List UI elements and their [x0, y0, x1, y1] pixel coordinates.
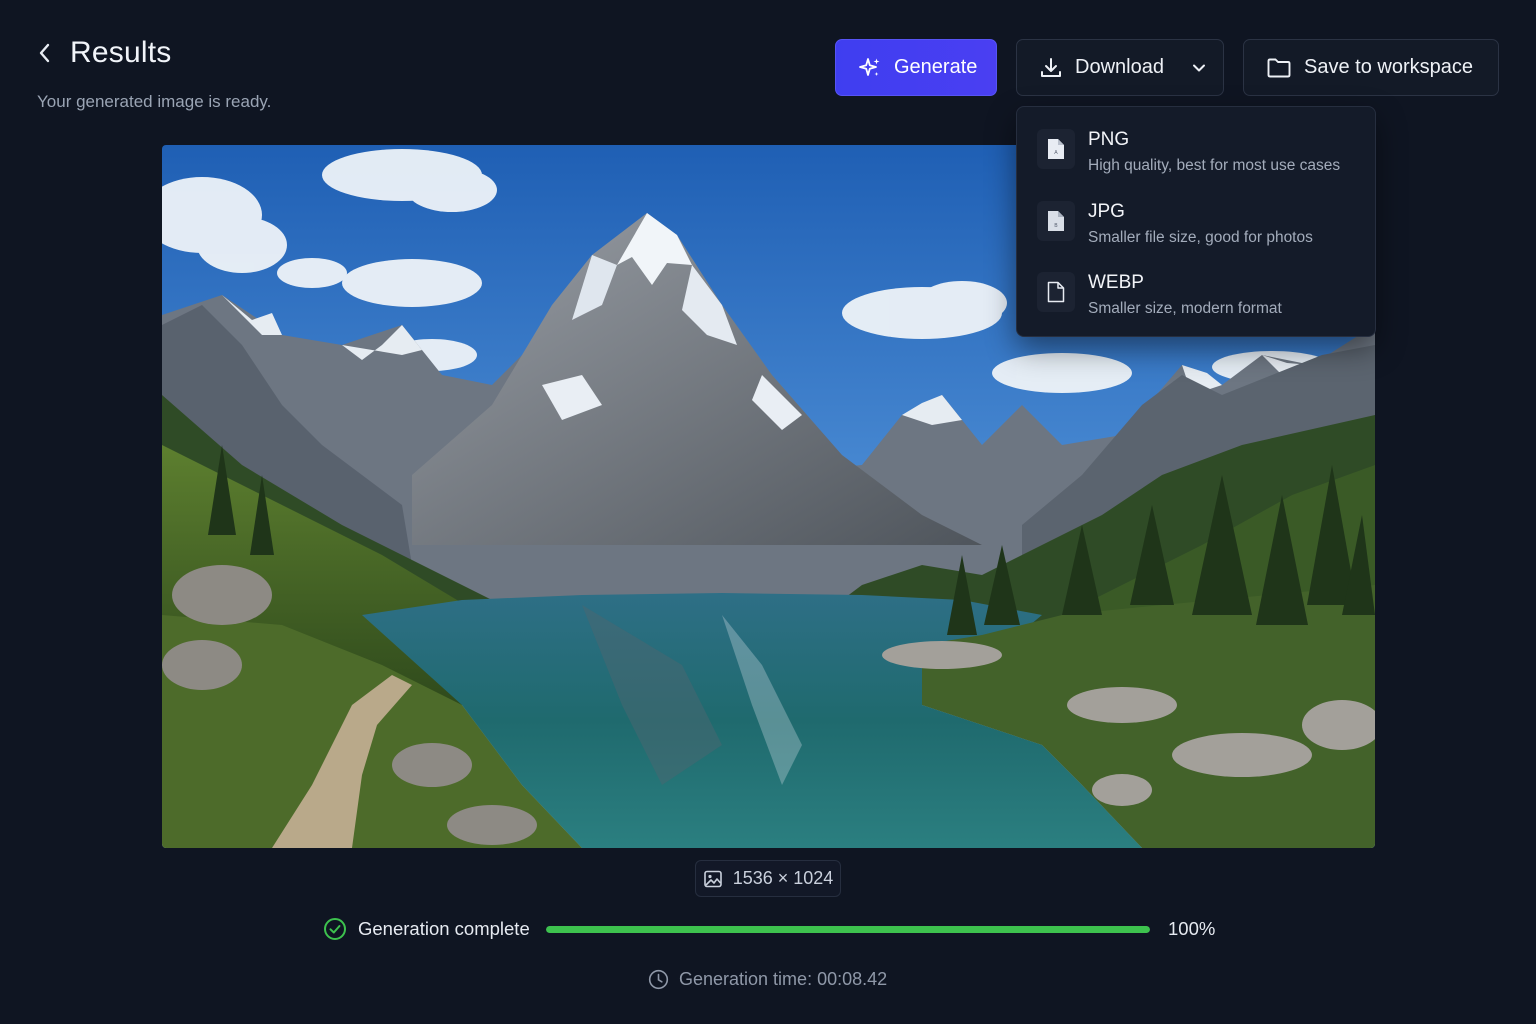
generation-status-text: Generation complete [358, 918, 530, 939]
clock-icon [648, 969, 669, 989]
sparkles-icon [859, 57, 880, 76]
svg-text:A: A [1054, 150, 1058, 156]
menu-item-webp-description: Smaller size, modern format [1088, 300, 1282, 317]
jpg-file-icon: B [1037, 200, 1075, 241]
progress-bar-fill [546, 926, 1150, 933]
image-dimensions-text: 1536 × 1024 [732, 868, 834, 888]
menu-item-jpg-label: JPG [1088, 200, 1125, 222]
chevron-down-icon [1190, 59, 1208, 77]
webp-file-icon [1037, 272, 1075, 312]
back-button[interactable] [30, 38, 60, 68]
progress-bar [546, 926, 1150, 933]
download-button[interactable]: Download [1016, 39, 1224, 96]
menu-item-png[interactable]: A PNG High quality, best for most use ca… [1017, 115, 1375, 187]
download-button-label: Download [1075, 56, 1164, 78]
menu-item-png-description: High quality, best for most use cases [1088, 157, 1341, 174]
folder-icon [1267, 58, 1291, 77]
check-circle-icon [324, 918, 346, 940]
download-icon [1041, 57, 1061, 77]
progress-percent: 100% [1168, 918, 1216, 939]
generate-button[interactable]: Generate [835, 39, 997, 96]
menu-item-jpg-description: Smaller file size, good for photos [1088, 228, 1313, 246]
menu-item-jpg[interactable]: B JPG Smaller file size, good for photos [1017, 187, 1375, 259]
page-title: Results [70, 36, 172, 69]
png-file-icon: A [1037, 129, 1075, 169]
download-format-menu: A PNG High quality, best for most use ca… [1016, 106, 1376, 337]
generation-time-text: Generation time: 00:08.42 [679, 968, 888, 989]
svg-text:B: B [1054, 223, 1058, 229]
save-button-label: Save to workspace [1304, 56, 1473, 78]
chevron-left-icon [39, 43, 50, 63]
generate-button-label: Generate [894, 56, 978, 78]
menu-item-webp[interactable]: WEBP Smaller size, modern format [1017, 258, 1375, 330]
menu-item-png-label: PNG [1088, 129, 1130, 150]
save-to-workspace-button[interactable]: Save to workspace [1243, 39, 1499, 96]
page-subtitle: Your generated image is ready. [37, 92, 272, 111]
menu-item-webp-label: WEBP [1088, 272, 1144, 293]
image-icon [703, 870, 722, 887]
generation-time: Generation time: 00:08.42 [648, 967, 887, 991]
results-page: Results Your generated image is ready. G… [0, 0, 1536, 1024]
image-dimensions-badge: 1536 × 1024 [695, 860, 841, 897]
